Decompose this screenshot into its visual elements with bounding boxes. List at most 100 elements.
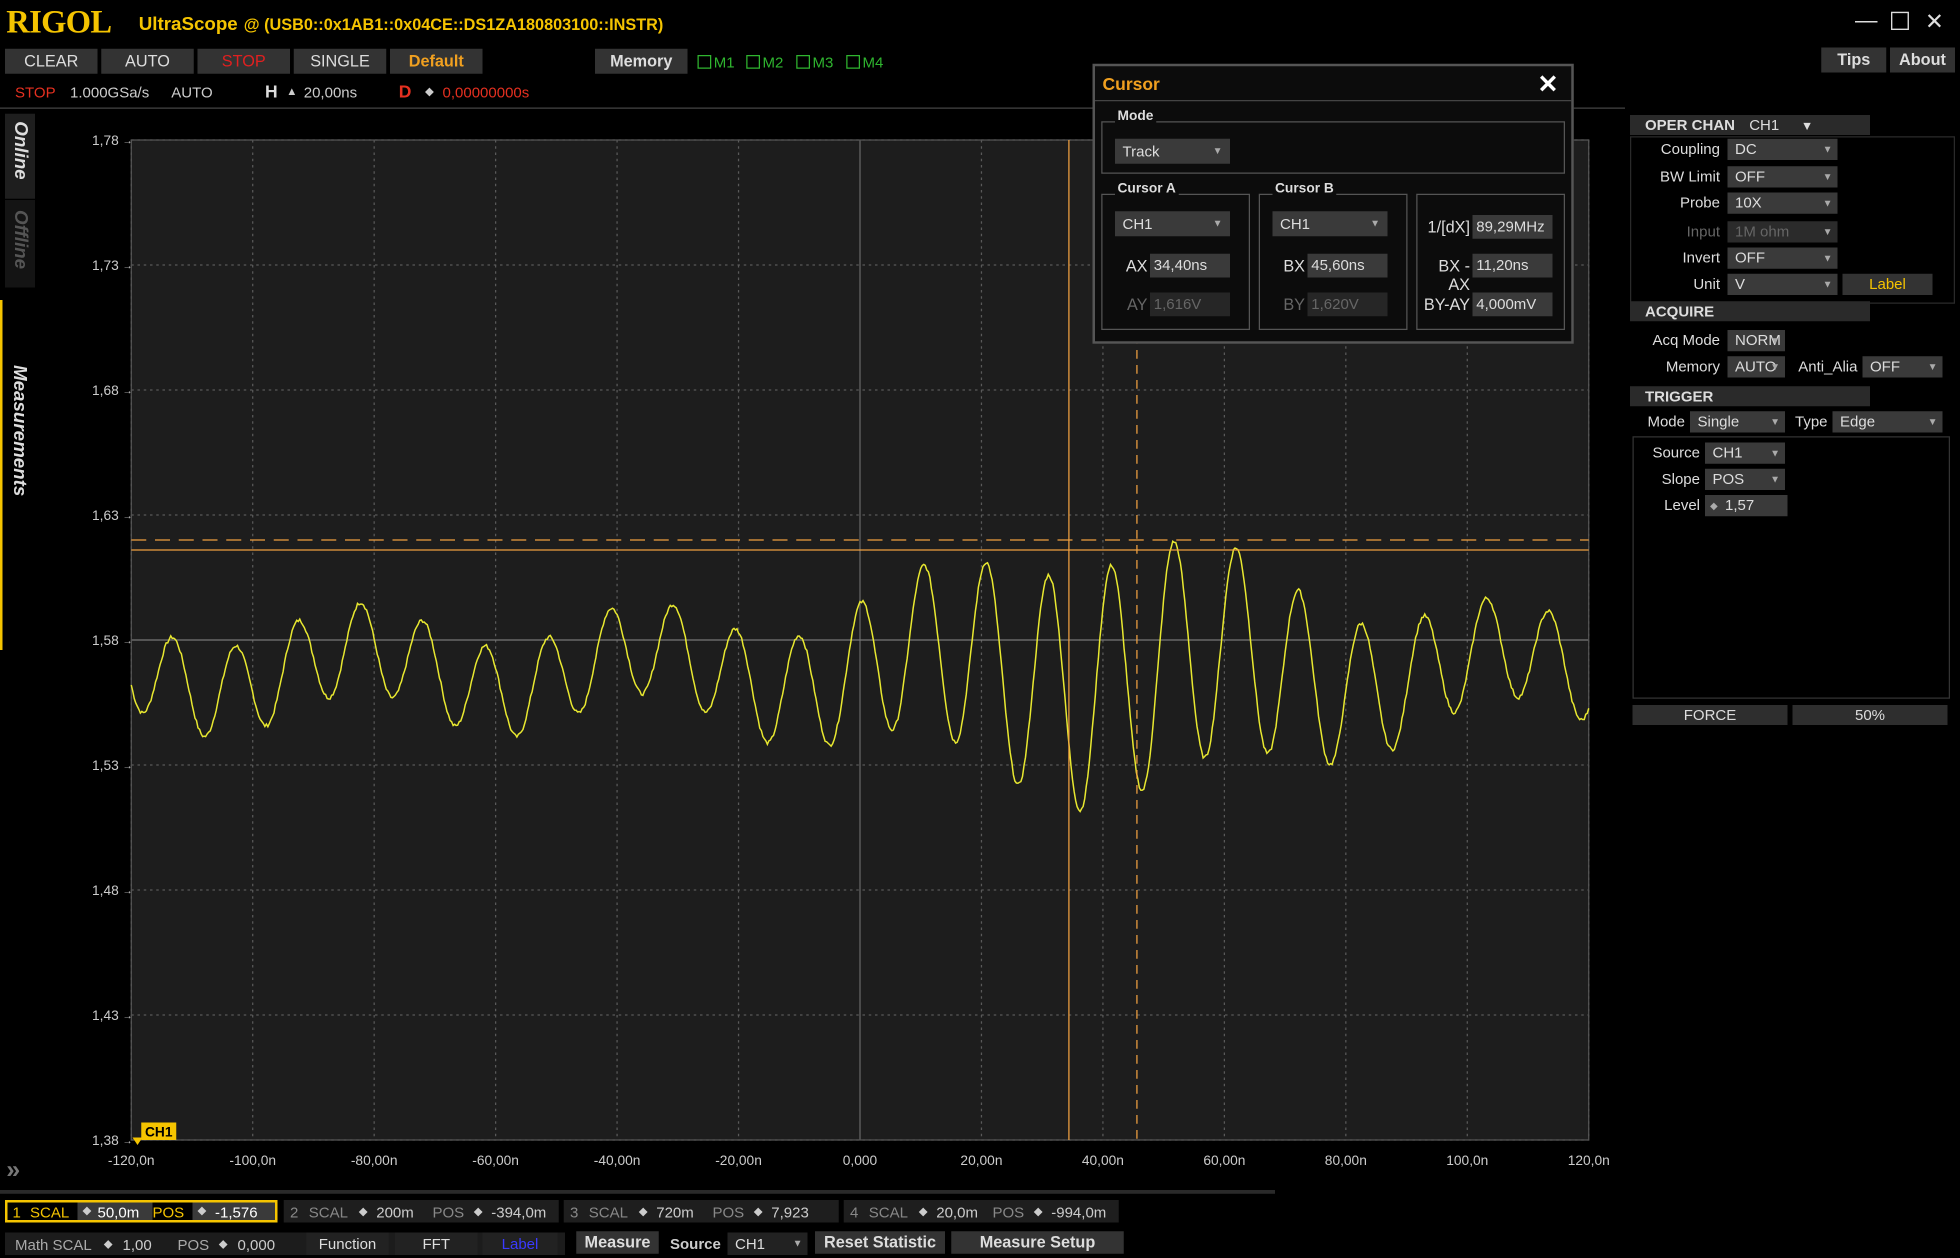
minimize-icon[interactable]: — [1855, 8, 1878, 34]
ch3-scal-label: SCAL [588, 1203, 628, 1222]
clear-button[interactable]: CLEAR [5, 48, 98, 74]
ch2-scal-value[interactable]: 200m [376, 1204, 414, 1222]
ch1-settings[interactable]: 1 SCAL ◆ 50,0m POS ◆ -1,576 [5, 1200, 278, 1223]
stop-button[interactable]: STOP [197, 48, 290, 74]
ch1-pos-label: POS [152, 1203, 185, 1222]
acq-mode-select[interactable]: NORM ▼ [1727, 330, 1785, 352]
measure-source-select[interactable]: CH1 ▼ [727, 1232, 808, 1255]
ch3-settings[interactable]: 3 SCAL ◆ 720m POS ◆ 7,923 [563, 1200, 839, 1223]
ch4-settings[interactable]: 4 SCAL ◆ 20,0m POS ◆ -994,0m [843, 1200, 1119, 1223]
cursor-b-source-select[interactable]: CH1 ▼ [1272, 211, 1388, 237]
cursor-a-source-select[interactable]: CH1 ▼ [1115, 211, 1230, 237]
ch1-pos-value: -1,576 [215, 1203, 258, 1222]
mode-select[interactable]: Track ▼ [1115, 138, 1230, 164]
spinner-icon[interactable]: ◆ [919, 1205, 928, 1219]
tab-measurements-label: Measurements [8, 365, 30, 497]
force-button[interactable]: FORCE [1632, 705, 1788, 725]
spinner-icon[interactable]: ◆ [754, 1205, 763, 1219]
single-button[interactable]: SINGLE [293, 48, 387, 74]
h-spinner-icon[interactable]: ▲ [286, 85, 297, 98]
ax-field[interactable]: 34,40ns [1150, 253, 1230, 278]
ch3-pos-value[interactable]: 7,923 [771, 1204, 809, 1222]
tab-offline[interactable]: Offline [5, 200, 35, 288]
chevron-down-icon: ▼ [1770, 335, 1780, 347]
chevron-down-icon[interactable]: ▼ [1801, 120, 1813, 134]
ch4-scal-label: SCAL [868, 1203, 908, 1222]
y-tick-label: 1,68 [92, 383, 119, 398]
m1-checkbox[interactable]: M1 [697, 54, 735, 71]
d-label: D [398, 81, 412, 102]
about-button[interactable]: About [1890, 47, 1955, 73]
bx-field[interactable]: 45,60ns [1307, 253, 1388, 278]
oper-chan-value[interactable]: CH1 [1749, 116, 1779, 134]
math-pos-value[interactable]: 0,000 [238, 1236, 276, 1254]
math-label-button[interactable]: Label [482, 1232, 558, 1255]
spinner-icon[interactable]: ◆ [219, 1238, 228, 1252]
anti-alias-select[interactable]: OFF ▼ [1862, 356, 1943, 378]
tab-measurements[interactable]: Measurements [0, 300, 40, 650]
spinner-icon[interactable]: ◆ [1710, 495, 1718, 516]
trigger-source-select[interactable]: CH1 ▼ [1705, 442, 1785, 464]
label-button[interactable]: Label [1842, 273, 1933, 295]
chevron-down-icon: ▼ [1770, 416, 1780, 428]
by-label: BY [1283, 295, 1305, 314]
trigger-source-value: CH1 [1712, 443, 1743, 462]
memory-select[interactable]: AUTO ▼ [1727, 356, 1785, 378]
m2-checkbox[interactable]: M2 [746, 54, 783, 71]
ch3-scal-value[interactable]: 720m [656, 1204, 694, 1222]
cursor-b-source-value: CH1 [1280, 215, 1311, 233]
unit-select[interactable]: V ▼ [1727, 273, 1838, 295]
fft-button[interactable]: FFT [395, 1232, 478, 1255]
tab-online[interactable]: Online [5, 113, 35, 199]
y-tick-label: 1,38 [92, 1133, 119, 1148]
tick-arrow-icon: → [123, 886, 133, 897]
y-tick-label: 1,73 [92, 258, 119, 273]
spinner-icon[interactable]: ◆ [83, 1204, 92, 1218]
scroll-track[interactable] [0, 1190, 1275, 1194]
spinner-icon[interactable]: ◆ [639, 1205, 648, 1219]
measure-setup-button[interactable]: Measure Setup [951, 1231, 1124, 1254]
probe-select[interactable]: 10X ▼ [1727, 192, 1838, 214]
maximize-icon[interactable]: ☐ [1889, 6, 1911, 37]
bw-limit-select[interactable]: OFF ▼ [1727, 166, 1838, 188]
spinner-icon[interactable]: ◆ [1034, 1205, 1043, 1219]
coupling-select[interactable]: DC ▼ [1727, 138, 1838, 160]
close-icon[interactable]: ✕ [1538, 69, 1559, 100]
default-button[interactable]: Default [390, 48, 483, 74]
reset-statistic-button[interactable]: Reset Statistic [815, 1231, 945, 1254]
close-icon[interactable]: ✕ [1925, 9, 1944, 35]
d-spinner-icon[interactable]: ◆ [425, 85, 434, 99]
auto-button[interactable]: AUTO [101, 48, 194, 74]
trig-mode-select[interactable]: Single ▼ [1690, 411, 1785, 433]
math-scal-label: Math SCAL [15, 1236, 92, 1254]
ch2-pos-value[interactable]: -394,0m [491, 1204, 546, 1222]
invert-label: Invert [1682, 248, 1720, 267]
h-label: H [265, 81, 278, 102]
measure-button[interactable]: Measure [576, 1231, 659, 1254]
memory-button[interactable]: Memory [595, 48, 688, 74]
ch4-pos-value[interactable]: -994,0m [1051, 1204, 1106, 1222]
tips-button[interactable]: Tips [1821, 47, 1887, 73]
spinner-icon[interactable]: ◆ [198, 1204, 207, 1218]
expand-icon[interactable]: » [6, 1156, 20, 1185]
type-select[interactable]: Edge ▼ [1832, 411, 1943, 433]
spinner-icon[interactable]: ◆ [474, 1205, 483, 1219]
ch2-settings[interactable]: 2 SCAL ◆ 200m POS ◆ -394,0m [283, 1200, 559, 1223]
spinner-icon[interactable]: ◆ [359, 1205, 368, 1219]
ch1-marker-label: CH1 [145, 1124, 173, 1139]
h-value[interactable]: 20,00ns [304, 84, 357, 102]
math-scal-value[interactable]: 1,00 [123, 1236, 152, 1254]
x-tick-label: -120,0n [108, 1153, 155, 1168]
inv-dx-label: 1/[dX] [1427, 217, 1470, 237]
function-button[interactable]: Function [306, 1232, 389, 1255]
slope-select[interactable]: POS ▼ [1705, 468, 1785, 490]
invert-select[interactable]: OFF ▼ [1727, 247, 1838, 269]
m3-checkbox[interactable]: M3 [796, 54, 833, 71]
spinner-icon[interactable]: ◆ [104, 1238, 113, 1252]
d-value[interactable]: 0,00000000s [443, 84, 530, 102]
level-field[interactable]: ◆ 1,57 [1705, 495, 1788, 517]
by-ay-value: 4,000mV [1472, 292, 1553, 317]
m4-checkbox[interactable]: M4 [846, 54, 883, 71]
fifty-percent-button[interactable]: 50% [1792, 705, 1948, 725]
ch4-scal-value[interactable]: 20,0m [936, 1204, 978, 1222]
